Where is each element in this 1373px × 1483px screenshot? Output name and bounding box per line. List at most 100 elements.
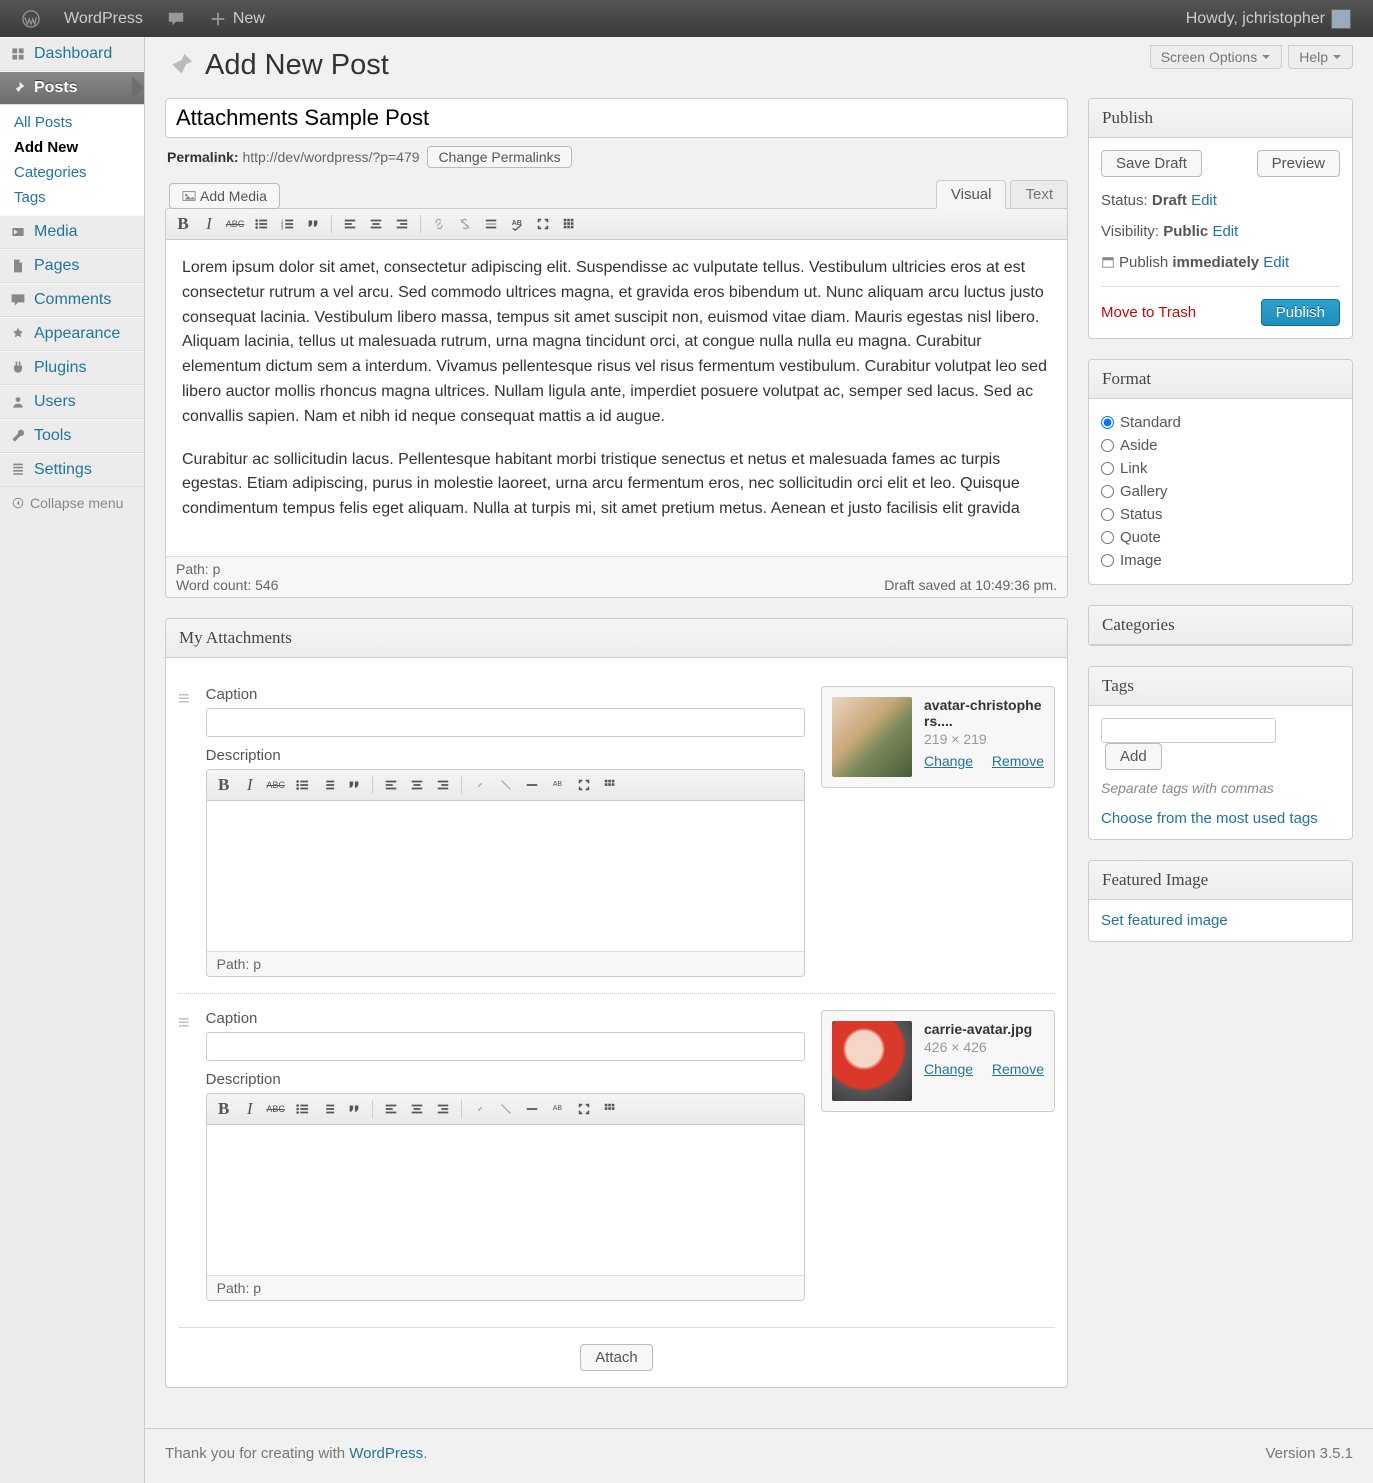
spellcheck-button[interactable]: AB bbox=[505, 212, 529, 236]
italic-button[interactable]: I bbox=[238, 1097, 262, 1121]
ul-button[interactable] bbox=[290, 773, 314, 797]
tab-text[interactable]: Text bbox=[1010, 180, 1068, 209]
add-tag-button[interactable]: Add bbox=[1105, 743, 1162, 770]
italic-button[interactable]: I bbox=[238, 773, 262, 797]
description-content[interactable] bbox=[207, 801, 804, 951]
align-center-button[interactable] bbox=[364, 212, 388, 236]
screen-options[interactable]: Screen Options bbox=[1150, 45, 1283, 69]
format-option-aside[interactable]: Aside bbox=[1101, 434, 1340, 457]
choose-tags-link[interactable]: Choose from the most used tags bbox=[1101, 810, 1340, 827]
set-featured-image-link[interactable]: Set featured image bbox=[1101, 912, 1228, 929]
italic-button[interactable]: I bbox=[197, 212, 221, 236]
drag-handle-icon[interactable]: ≡ bbox=[178, 686, 190, 711]
preview-button[interactable]: Preview bbox=[1257, 150, 1340, 177]
link-button[interactable] bbox=[468, 1097, 492, 1121]
comments-bubble[interactable] bbox=[155, 0, 197, 37]
fullscreen-button[interactable] bbox=[572, 1097, 596, 1121]
change-permalinks-button[interactable]: Change Permalinks bbox=[427, 146, 571, 168]
menu-users[interactable]: Users bbox=[0, 385, 144, 419]
menu-dashboard[interactable]: Dashboard bbox=[0, 37, 144, 71]
menu-posts[interactable]: Posts bbox=[0, 71, 144, 105]
caption-input[interactable] bbox=[206, 708, 805, 737]
align-right-button[interactable] bbox=[390, 212, 414, 236]
fullscreen-button[interactable] bbox=[531, 212, 555, 236]
format-option-image[interactable]: Image bbox=[1101, 549, 1340, 572]
align-right-button[interactable] bbox=[431, 773, 455, 797]
format-radio[interactable] bbox=[1101, 485, 1114, 498]
quote-button[interactable] bbox=[342, 1097, 366, 1121]
ul-button[interactable] bbox=[249, 212, 273, 236]
format-radio[interactable] bbox=[1101, 508, 1114, 521]
kitchen-sink-button[interactable] bbox=[598, 1097, 622, 1121]
save-draft-button[interactable]: Save Draft bbox=[1101, 150, 1202, 177]
format-option-gallery[interactable]: Gallery bbox=[1101, 480, 1340, 503]
description-content[interactable] bbox=[207, 1125, 804, 1275]
unlink-button[interactable] bbox=[453, 212, 477, 236]
wordpress-link[interactable]: WordPress bbox=[349, 1445, 423, 1462]
menu-tools[interactable]: Tools bbox=[0, 419, 144, 453]
strike-button[interactable]: ABC bbox=[223, 212, 247, 236]
edit-visibility-link[interactable]: Edit bbox=[1212, 223, 1238, 240]
format-radio[interactable] bbox=[1101, 554, 1114, 567]
unlink-button[interactable] bbox=[494, 1097, 518, 1121]
caption-input[interactable] bbox=[206, 1032, 805, 1061]
format-option-standard[interactable]: Standard bbox=[1101, 411, 1340, 434]
kitchen-sink-button[interactable] bbox=[598, 773, 622, 797]
strike-button[interactable]: ABC bbox=[264, 1097, 288, 1121]
format-option-quote[interactable]: Quote bbox=[1101, 526, 1340, 549]
edit-date-link[interactable]: Edit bbox=[1263, 254, 1289, 271]
strike-button[interactable]: ABC bbox=[264, 773, 288, 797]
ol-button[interactable] bbox=[316, 773, 340, 797]
submenu-tags[interactable]: Tags bbox=[0, 185, 144, 210]
align-left-button[interactable] bbox=[338, 212, 362, 236]
collapse-menu[interactable]: Collapse menu bbox=[0, 487, 144, 519]
format-radio[interactable] bbox=[1101, 416, 1114, 429]
spellcheck-button[interactable]: AB bbox=[546, 1097, 570, 1121]
add-media-button[interactable]: Add Media bbox=[169, 183, 280, 209]
menu-media[interactable]: Media bbox=[0, 215, 144, 249]
ol-button[interactable] bbox=[316, 1097, 340, 1121]
format-radio[interactable] bbox=[1101, 531, 1114, 544]
move-to-trash-link[interactable]: Move to Trash bbox=[1101, 304, 1196, 321]
align-left-button[interactable] bbox=[379, 1097, 403, 1121]
link-button[interactable] bbox=[427, 212, 451, 236]
align-left-button[interactable] bbox=[379, 773, 403, 797]
remove-attachment-link[interactable]: Remove bbox=[992, 1061, 1044, 1077]
link-button[interactable] bbox=[468, 773, 492, 797]
align-center-button[interactable] bbox=[405, 773, 429, 797]
menu-settings[interactable]: Settings bbox=[0, 453, 144, 487]
bold-button[interactable]: B bbox=[212, 773, 236, 797]
my-account[interactable]: Howdy, jchristopher bbox=[1174, 0, 1363, 37]
format-radio[interactable] bbox=[1101, 462, 1114, 475]
new-content[interactable]: New bbox=[197, 0, 277, 37]
format-option-link[interactable]: Link bbox=[1101, 457, 1340, 480]
menu-pages[interactable]: Pages bbox=[0, 249, 144, 283]
attach-button[interactable]: Attach bbox=[580, 1344, 653, 1371]
remove-attachment-link[interactable]: Remove bbox=[992, 753, 1044, 769]
spellcheck-button[interactable]: AB bbox=[546, 773, 570, 797]
bold-button[interactable]: B bbox=[171, 212, 195, 236]
fullscreen-button[interactable] bbox=[572, 773, 596, 797]
menu-appearance[interactable]: Appearance bbox=[0, 317, 144, 351]
edit-status-link[interactable]: Edit bbox=[1191, 192, 1217, 209]
bold-button[interactable]: B bbox=[212, 1097, 236, 1121]
ol-button[interactable]: 123 bbox=[275, 212, 299, 236]
quote-button[interactable] bbox=[301, 212, 325, 236]
more-button[interactable] bbox=[479, 212, 503, 236]
tab-visual[interactable]: Visual bbox=[936, 180, 1007, 209]
editor-content[interactable]: Lorem ipsum dolor sit amet, consectetur … bbox=[166, 240, 1067, 556]
submenu-categories[interactable]: Categories bbox=[0, 160, 144, 185]
menu-plugins[interactable]: Plugins bbox=[0, 351, 144, 385]
format-radio[interactable] bbox=[1101, 439, 1114, 452]
site-name[interactable]: WordPress bbox=[52, 0, 155, 37]
align-center-button[interactable] bbox=[405, 1097, 429, 1121]
more-button[interactable] bbox=[520, 1097, 544, 1121]
wp-logo[interactable] bbox=[10, 0, 52, 37]
ul-button[interactable] bbox=[290, 1097, 314, 1121]
submenu-add-new[interactable]: Add New bbox=[0, 135, 144, 160]
tags-input[interactable] bbox=[1101, 718, 1276, 743]
publish-button[interactable]: Publish bbox=[1261, 299, 1340, 326]
menu-comments[interactable]: Comments bbox=[0, 283, 144, 317]
unlink-button[interactable] bbox=[494, 773, 518, 797]
kitchen-sink-button[interactable] bbox=[557, 212, 581, 236]
